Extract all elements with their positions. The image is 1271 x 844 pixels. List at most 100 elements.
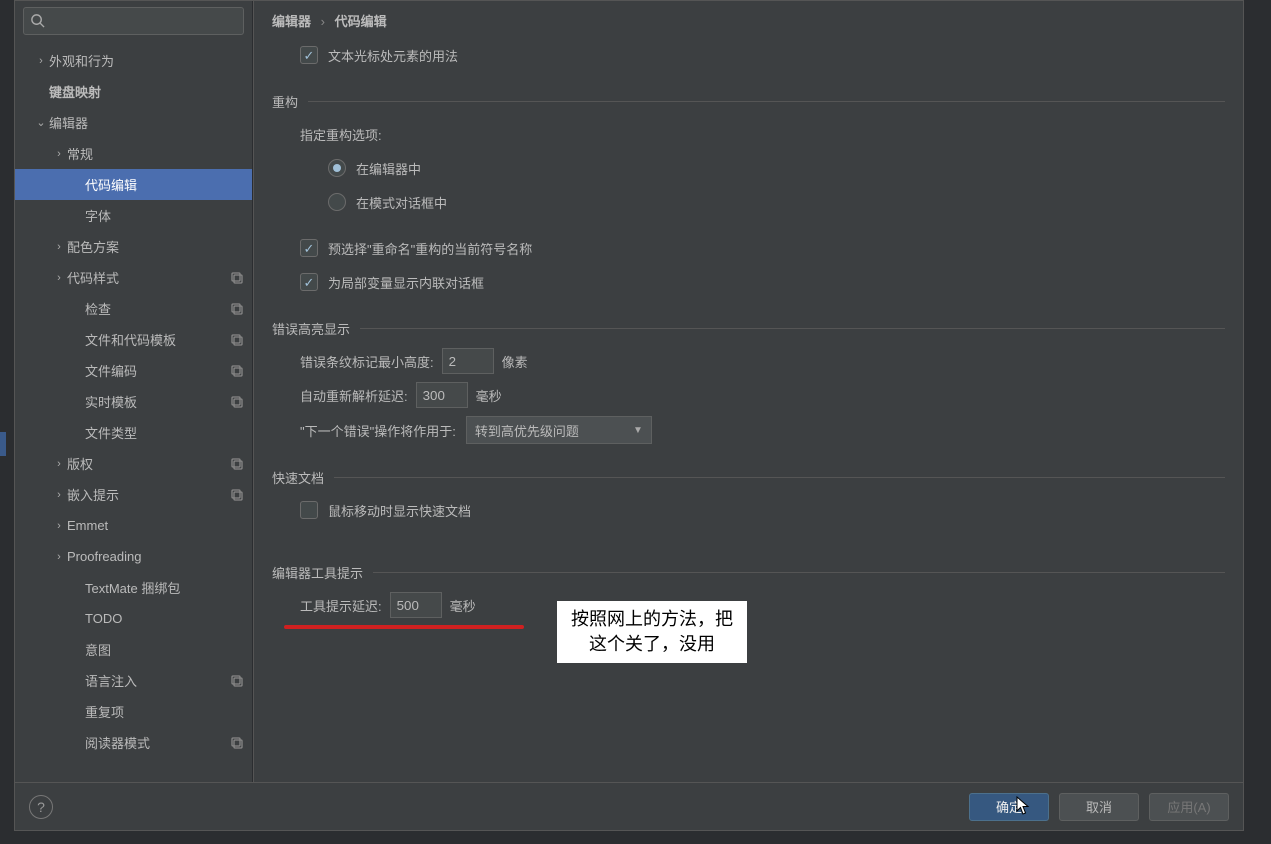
copy-icon xyxy=(230,333,244,347)
label-in-modal: 在模式对话框中 xyxy=(356,193,447,212)
sidebar-item-label: 配色方案 xyxy=(67,237,119,256)
label-in-editor: 在编辑器中 xyxy=(356,159,421,178)
sidebar-item-label: TODO xyxy=(85,611,122,626)
label-specify-refactor-options: 指定重构选项: xyxy=(300,121,1225,147)
section-tooltips-title: 编辑器工具提示 xyxy=(272,563,363,582)
unit-pixels: 像素 xyxy=(502,352,528,371)
sidebar-item-13[interactable]: ›版权 xyxy=(15,448,252,479)
sidebar-item-16[interactable]: ›Proofreading xyxy=(15,541,252,572)
input-reparse-delay[interactable] xyxy=(416,382,468,408)
label-preselect-rename: 预选择"重命名"重构的当前符号名称 xyxy=(328,239,532,258)
label-quickdoc-on-hover: 鼠标移动时显示快速文档 xyxy=(328,501,471,520)
chevron-right-icon: › xyxy=(51,551,67,563)
sidebar-item-label: 代码样式 xyxy=(67,268,119,287)
checkbox-quickdoc-on-hover[interactable] xyxy=(300,501,318,519)
sidebar-item-label: 版权 xyxy=(67,454,93,473)
chevron-down-icon: ⌄ xyxy=(33,116,49,129)
sidebar-item-label: 键盘映射 xyxy=(49,82,101,101)
cancel-button[interactable]: 取消 xyxy=(1059,793,1139,821)
section-errors-title: 错误高亮显示 xyxy=(272,319,350,338)
chevron-right-icon: › xyxy=(51,458,67,470)
sidebar-item-4[interactable]: •代码编辑 xyxy=(15,169,252,200)
input-min-stripe-height[interactable] xyxy=(442,348,494,374)
sidebar-item-1[interactable]: •键盘映射 xyxy=(15,76,252,107)
settings-search-input[interactable] xyxy=(23,7,244,35)
copy-icon xyxy=(230,271,244,285)
sidebar-item-label: 文件编码 xyxy=(85,361,137,380)
section-quickdoc-title: 快速文档 xyxy=(272,468,324,487)
sidebar-item-19[interactable]: •意图 xyxy=(15,634,252,665)
sidebar-item-label: 重复项 xyxy=(85,702,124,721)
sidebar-item-3[interactable]: ›常规 xyxy=(15,138,252,169)
annotation-line1: 按照网上的方法，把 xyxy=(571,607,733,632)
sidebar-item-14[interactable]: ›嵌入提示 xyxy=(15,479,252,510)
sidebar-item-label: 语言注入 xyxy=(85,671,137,690)
section-refactor-title: 重构 xyxy=(272,92,298,111)
chevron-right-icon: › xyxy=(51,148,67,160)
sidebar-item-20[interactable]: •语言注入 xyxy=(15,665,252,696)
copy-icon xyxy=(230,457,244,471)
divider xyxy=(373,572,1225,573)
search-icon xyxy=(30,13,45,28)
copy-icon xyxy=(230,736,244,750)
sidebar-item-15[interactable]: ›Emmet xyxy=(15,510,252,541)
checkbox-inline-local-var[interactable] xyxy=(300,273,318,291)
sidebar-item-label: 嵌入提示 xyxy=(67,485,119,504)
sidebar-item-22[interactable]: •阅读器模式 xyxy=(15,727,252,758)
sidebar-item-label: 外观和行为 xyxy=(49,51,114,70)
sidebar-item-9[interactable]: •文件和代码模板 xyxy=(15,324,252,355)
sidebar-item-label: 文件类型 xyxy=(85,423,137,442)
breadcrumb-current: 代码编辑 xyxy=(335,14,387,29)
radio-in-editor[interactable] xyxy=(328,159,346,177)
ok-button[interactable]: 确定 xyxy=(969,793,1049,821)
sidebar-item-21[interactable]: •重复项 xyxy=(15,696,252,727)
chevron-right-icon: › xyxy=(33,55,49,67)
label-min-stripe-height: 错误条纹标记最小高度: xyxy=(300,352,434,371)
sidebar-item-label: 字体 xyxy=(85,206,111,225)
copy-icon xyxy=(230,674,244,688)
sidebar-item-7[interactable]: ›代码样式 xyxy=(15,262,252,293)
chevron-right-icon: › xyxy=(51,489,67,501)
checkbox-preselect-rename[interactable] xyxy=(300,239,318,257)
sidebar-item-label: 常规 xyxy=(67,144,93,163)
sidebar-item-11[interactable]: •实时模板 xyxy=(15,386,252,417)
annotation-note: 按照网上的方法，把 这个关了，没用 xyxy=(557,601,747,663)
sidebar-item-10[interactable]: •文件编码 xyxy=(15,355,252,386)
sidebar-item-label: 代码编辑 xyxy=(85,175,137,194)
chevron-right-icon: › xyxy=(51,520,67,532)
sidebar-item-12[interactable]: •文件类型 xyxy=(15,417,252,448)
input-tooltip-delay[interactable] xyxy=(390,592,442,618)
breadcrumb-separator: › xyxy=(321,14,325,29)
sidebar-item-8[interactable]: •检查 xyxy=(15,293,252,324)
label-inline-local-var: 为局部变量显示内联对话框 xyxy=(328,273,484,292)
gutter-mark xyxy=(0,432,6,456)
label-reparse-delay: 自动重新解析延迟: xyxy=(300,386,408,405)
dialog-footer: ? 确定 取消 应用(A) xyxy=(15,782,1243,830)
sidebar-item-label: 文件和代码模板 xyxy=(85,330,176,349)
divider xyxy=(360,328,1225,329)
sidebar-item-label: 检查 xyxy=(85,299,111,318)
help-button[interactable]: ? xyxy=(29,795,53,819)
annotation-underline xyxy=(284,625,524,629)
sidebar-item-label: Emmet xyxy=(67,518,108,533)
chevron-right-icon: › xyxy=(51,272,67,284)
sidebar-item-0[interactable]: ›外观和行为 xyxy=(15,45,252,76)
settings-dialog: ›外观和行为•键盘映射⌄编辑器›常规•代码编辑•字体›配色方案›代码样式•检查•… xyxy=(14,0,1244,831)
sidebar-item-18[interactable]: •TODO xyxy=(15,603,252,634)
sidebar-item-label: 编辑器 xyxy=(49,113,88,132)
divider xyxy=(334,477,1225,478)
checkbox-cursor-element-usage[interactable] xyxy=(300,46,318,64)
settings-tree[interactable]: ›外观和行为•键盘映射⌄编辑器›常规•代码编辑•字体›配色方案›代码样式•检查•… xyxy=(15,41,252,782)
sidebar-item-label: TextMate 捆绑包 xyxy=(85,578,180,597)
sidebar-item-2[interactable]: ⌄编辑器 xyxy=(15,107,252,138)
settings-content: 文本光标处元素的用法 重构 指定重构选项: 在编辑器中 在模式对话框中 xyxy=(254,38,1243,782)
apply-button[interactable]: 应用(A) xyxy=(1149,793,1229,821)
dropdown-next-error[interactable]: 转到高优先级问题 ▼ xyxy=(466,416,652,444)
radio-in-modal[interactable] xyxy=(328,193,346,211)
sidebar-item-6[interactable]: ›配色方案 xyxy=(15,231,252,262)
sidebar-item-17[interactable]: •TextMate 捆绑包 xyxy=(15,572,252,603)
copy-icon xyxy=(230,395,244,409)
breadcrumb: 编辑器 › 代码编辑 xyxy=(254,1,1243,38)
breadcrumb-parent[interactable]: 编辑器 xyxy=(272,14,311,29)
sidebar-item-5[interactable]: •字体 xyxy=(15,200,252,231)
